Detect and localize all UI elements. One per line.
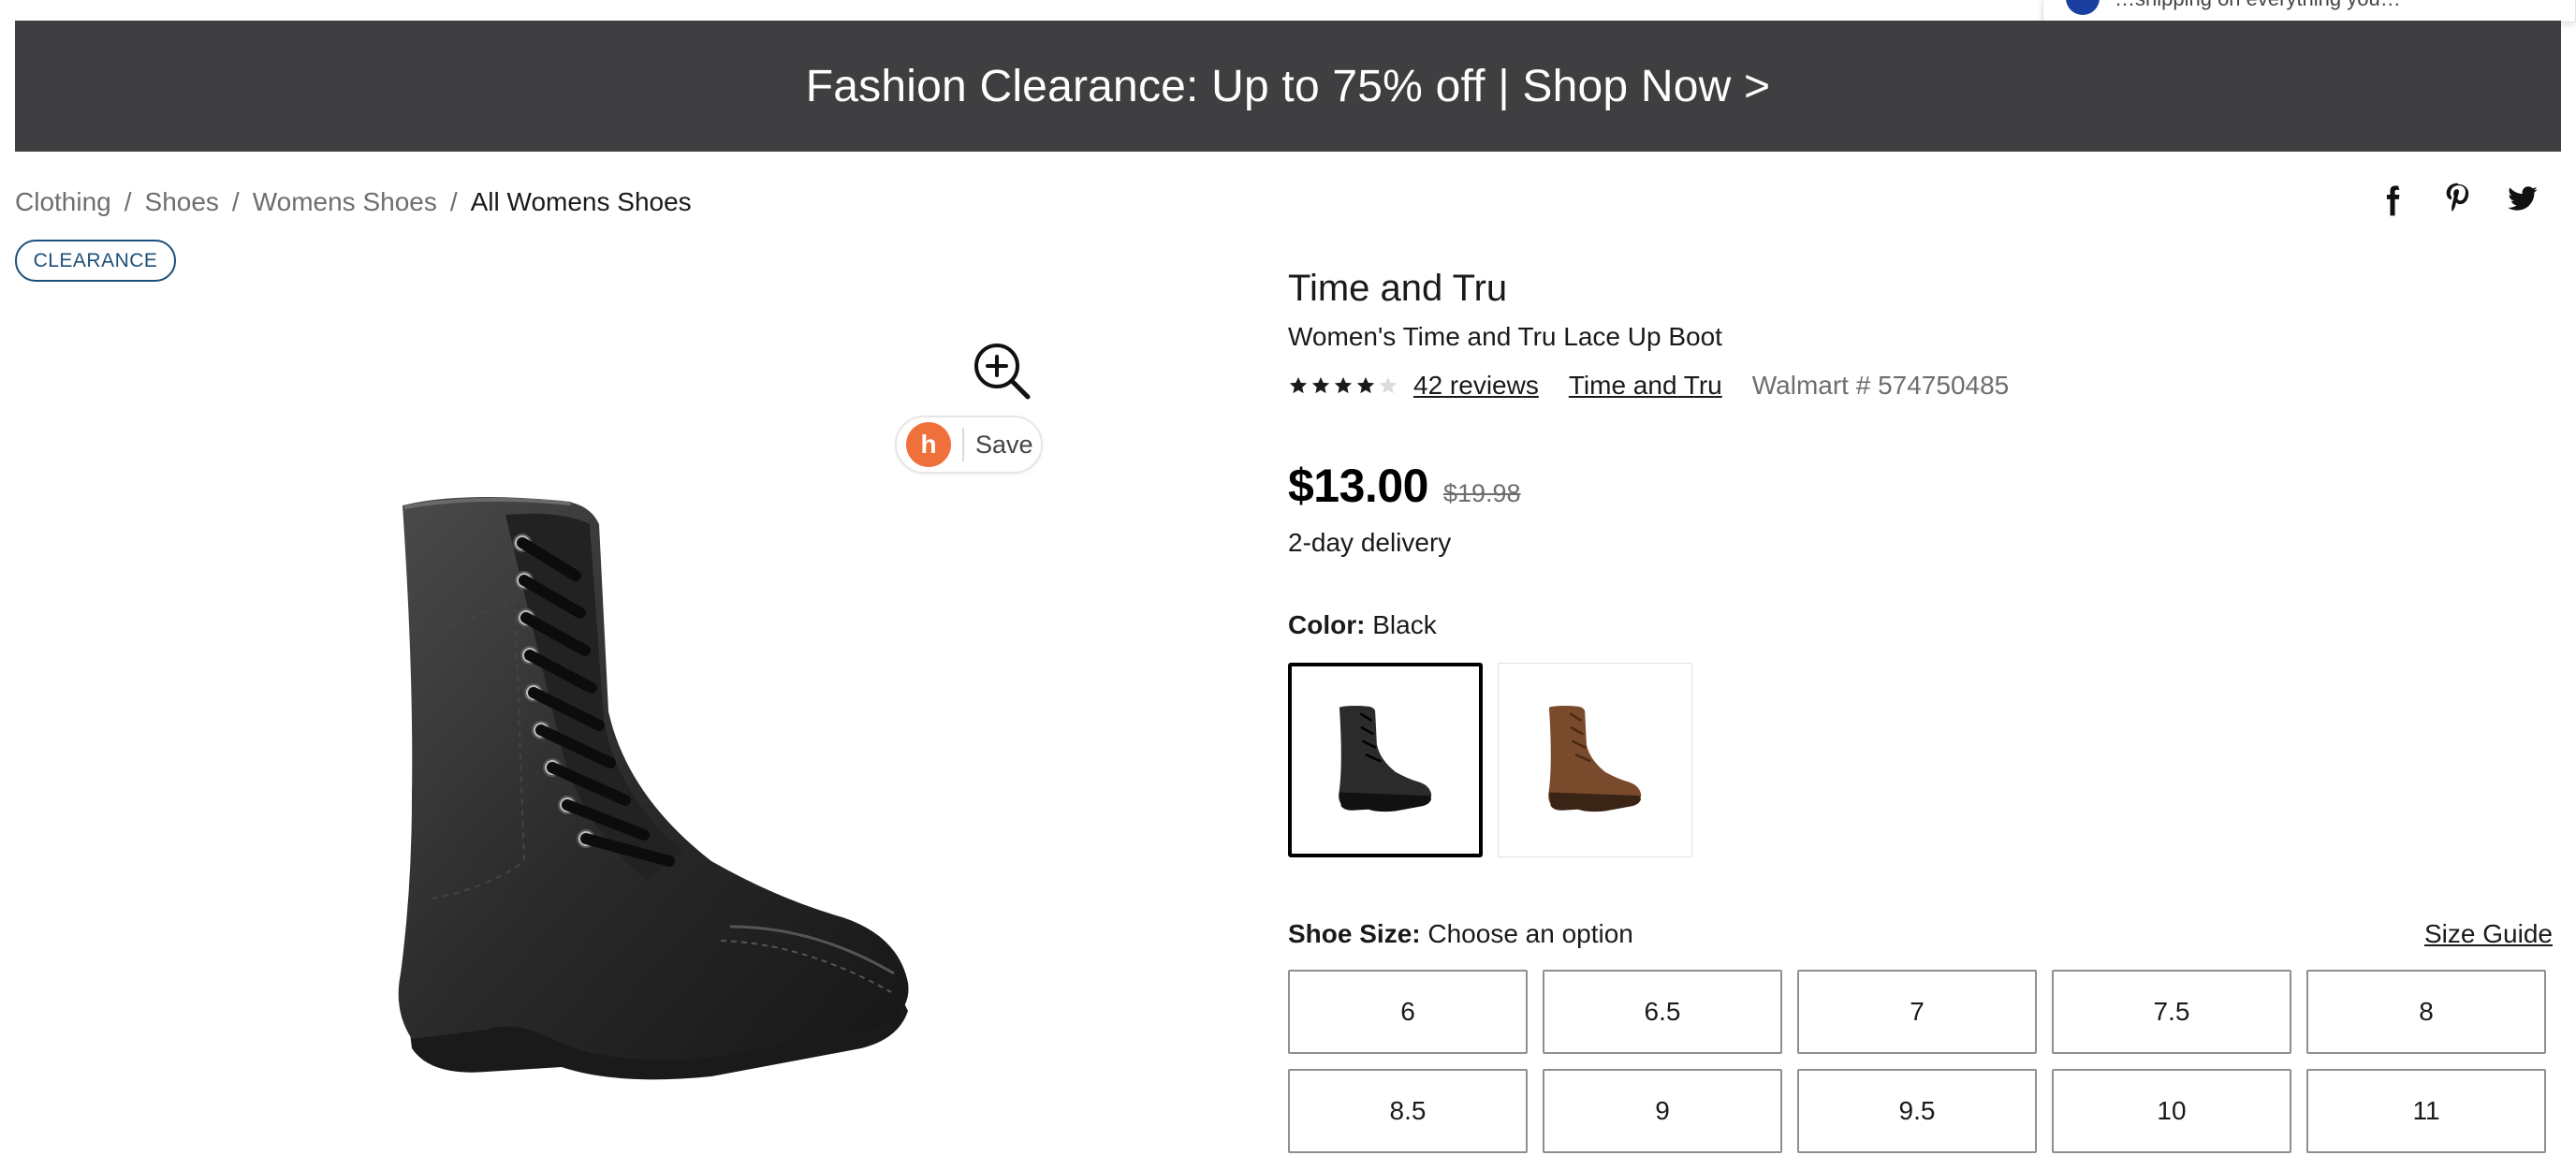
- star-filled-icon: [1289, 376, 1308, 394]
- star-filled-icon: [1311, 376, 1330, 394]
- size-option-7-5[interactable]: 7.5: [2052, 970, 2291, 1054]
- brand-link[interactable]: Time and Tru: [1569, 371, 1722, 401]
- size-option-9[interactable]: 9: [1543, 1069, 1782, 1153]
- size-guide-link[interactable]: Size Guide: [2424, 919, 2553, 949]
- brown-boot-thumbnail: [1548, 706, 1642, 812]
- promo-banner-text[interactable]: Fashion Clearance: Up to 75% off | Shop …: [806, 61, 1771, 112]
- size-options: 6 6.5 7 7.5 8 8.5 9 9.5 10 11: [1288, 970, 2546, 1153]
- black-boot-thumbnail: [1339, 706, 1432, 812]
- promo-banner[interactable]: Fashion Clearance: Up to 75% off | Shop …: [15, 21, 2561, 152]
- size-placeholder: Choose an option: [1427, 919, 1633, 948]
- size-option-11[interactable]: 11: [2306, 1069, 2546, 1153]
- honey-save-button[interactable]: h Save: [895, 416, 1043, 474]
- size-option-9-5[interactable]: 9.5: [1797, 1069, 2037, 1153]
- star-rating: [1288, 375, 1398, 396]
- pill-divider: [962, 428, 964, 461]
- color-swatch-black[interactable]: [1288, 663, 1483, 857]
- color-label: Color:: [1288, 610, 1366, 639]
- size-option-8-5[interactable]: 8.5: [1288, 1069, 1528, 1153]
- breadcrumb-item-shoes[interactable]: Shoes: [145, 187, 219, 217]
- rating-row: 42 reviews Time and Tru Walmart # 574750…: [1288, 367, 2009, 404]
- facebook-icon[interactable]: [2378, 180, 2409, 217]
- breadcrumb-separator: /: [124, 187, 132, 216]
- notification-icon: [2066, 0, 2100, 15]
- breadcrumb-item-all-womens-shoes[interactable]: All Womens Shoes: [471, 187, 692, 217]
- product-page: …shipping on everything you… Fashion Cle…: [0, 0, 2576, 1170]
- reviews-link[interactable]: 42 reviews: [1413, 371, 1539, 401]
- size-option-6-5[interactable]: 6.5: [1543, 970, 1782, 1054]
- breadcrumb: Clothing / Shoes / Womens Shoes / All Wo…: [15, 183, 692, 221]
- delivery-info: 2-day delivery: [1288, 528, 1452, 557]
- notification-text: …shipping on everything you…: [2115, 0, 2401, 11]
- size-option-8[interactable]: 8: [2306, 970, 2546, 1054]
- save-label: Save: [975, 430, 1033, 459]
- size-selector-label: Shoe Size: Choose an option: [1288, 919, 1633, 949]
- price-row: $13.00 $19.98: [1288, 459, 1521, 513]
- was-price: $19.98: [1442, 479, 1521, 507]
- color-selector-label: Color: Black: [1288, 610, 1437, 640]
- size-option-7[interactable]: 7: [1797, 970, 2037, 1054]
- honey-icon: h: [906, 422, 951, 467]
- pinterest-icon[interactable]: [2441, 180, 2473, 217]
- star-empty-icon: [1379, 376, 1398, 394]
- item-number: Walmart # 574750485: [1751, 371, 2010, 400]
- star-filled-icon: [1334, 376, 1353, 394]
- breadcrumb-item-womens-shoes[interactable]: Womens Shoes: [253, 187, 437, 217]
- size-option-10[interactable]: 10: [2052, 1069, 2291, 1153]
- social-share: [2378, 180, 2540, 217]
- current-price: $13.00: [1288, 460, 1428, 512]
- breadcrumb-separator: /: [231, 187, 240, 216]
- product-image[interactable]: [374, 487, 936, 1104]
- clearance-badge: CLEARANCE: [15, 240, 176, 282]
- zoom-in-icon[interactable]: [972, 341, 1033, 402]
- color-swatch-brown[interactable]: [1498, 663, 1692, 857]
- breadcrumb-separator: /: [449, 187, 458, 216]
- star-filled-icon: [1356, 376, 1375, 394]
- size-label: Shoe Size:: [1288, 919, 1421, 948]
- notification-popup[interactable]: …shipping on everything you…: [2042, 0, 2576, 22]
- color-selected-value: Black: [1372, 610, 1437, 639]
- product-brand-title: Time and Tru: [1288, 268, 1508, 309]
- twitter-icon[interactable]: [2505, 180, 2540, 217]
- product-name: Women's Time and Tru Lace Up Boot: [1288, 322, 1722, 351]
- size-option-6[interactable]: 6: [1288, 970, 1528, 1054]
- breadcrumb-item-clothing[interactable]: Clothing: [15, 187, 111, 217]
